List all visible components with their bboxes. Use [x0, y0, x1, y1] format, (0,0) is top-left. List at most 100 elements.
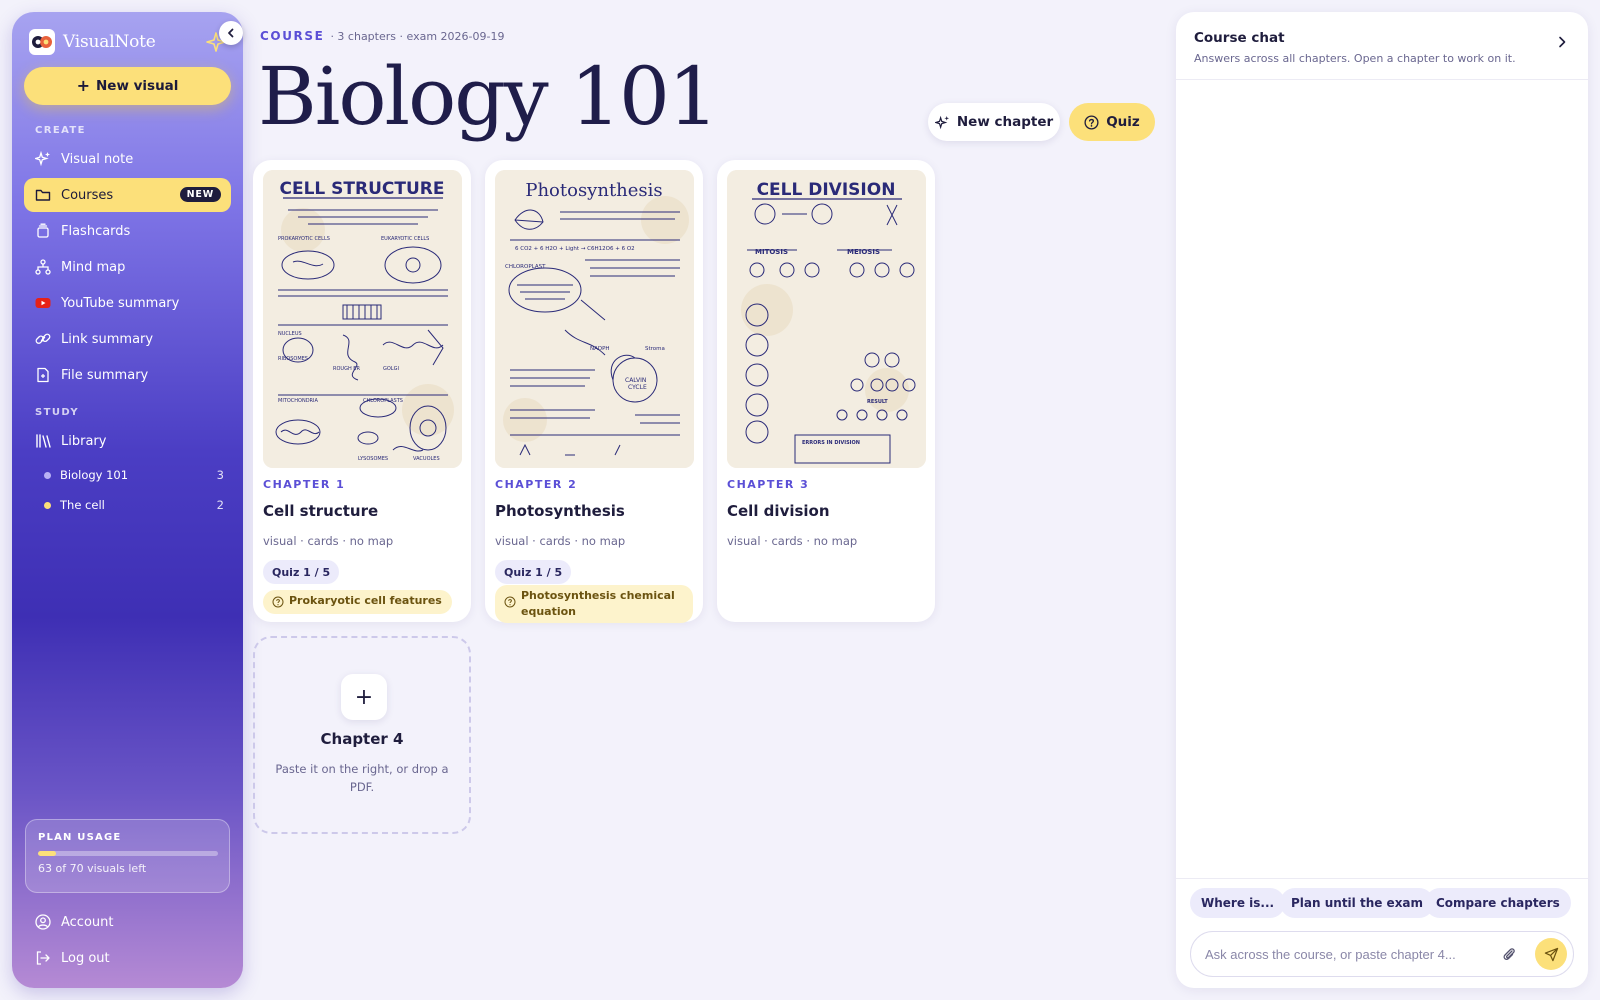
- send-button[interactable]: [1535, 938, 1567, 970]
- new-visual-label: New visual: [95, 78, 179, 94]
- chapter-card-2[interactable]: Photosynthesis 6 CO2 + 6 H2O + Light → C…: [485, 160, 703, 623]
- chapter-meta: visual · cards · no map: [727, 534, 858, 548]
- plan-usage-bar: [38, 851, 218, 856]
- chevron-right-icon[interactable]: [1554, 34, 1570, 50]
- nav-library[interactable]: Library: [24, 424, 231, 458]
- svg-text:CYCLE: CYCLE: [628, 384, 647, 391]
- nav-youtube-summary[interactable]: YouTube summary: [24, 286, 231, 320]
- new-visual-button[interactable]: + New visual: [24, 67, 231, 105]
- nav-label: Library: [61, 433, 107, 449]
- library-item-label: The cell: [60, 498, 105, 512]
- chapter-quiz-pill[interactable]: Quiz 1 / 5: [495, 560, 572, 584]
- chapter-thumbnail[interactable]: Photosynthesis 6 CO2 + 6 H2O + Light → C…: [495, 170, 694, 468]
- folder-icon: [35, 187, 51, 203]
- chat-input-box: [1190, 931, 1574, 977]
- nav-visual-note[interactable]: Visual note: [24, 142, 231, 176]
- svg-text:Stroma: Stroma: [645, 346, 665, 352]
- sidebar: VisualNote + New visual CREATE Visual no…: [12, 12, 243, 988]
- chapter-kicker: CHAPTER 1: [263, 478, 346, 491]
- nav-label: File summary: [61, 367, 149, 383]
- quiz-button[interactable]: Quiz: [1069, 103, 1155, 141]
- svg-text:ROUGH ER: ROUGH ER: [333, 366, 360, 372]
- create-section-label: CREATE: [35, 125, 86, 136]
- course-chat-panel: Course chat Answers across all chapters.…: [1176, 12, 1588, 988]
- svg-text:PROKARYOTIC CELLS: PROKARYOTIC CELLS: [278, 236, 330, 242]
- add-chapter-plus-icon[interactable]: +: [341, 674, 387, 720]
- svg-text:LYSOSOMES: LYSOSOMES: [358, 456, 388, 462]
- svg-text:EUKARYOTIC CELLS: EUKARYOTIC CELLS: [381, 236, 429, 242]
- library-item-the-cell[interactable]: The cell 2: [44, 493, 224, 517]
- chat-title: Course chat: [1194, 30, 1285, 46]
- nav-link-summary[interactable]: Link summary: [24, 322, 231, 356]
- suggestion-chip-compare[interactable]: Compare chapters: [1425, 888, 1571, 918]
- chapter-thumbnail[interactable]: CELL DIVISION MITOSIS MEIOSIS ERRORS IN …: [727, 170, 926, 468]
- nav-label: YouTube summary: [61, 295, 180, 311]
- library-icon: [35, 433, 51, 449]
- question-icon: [504, 596, 516, 608]
- svg-text:CHLOROPLASTS: CHLOROPLASTS: [363, 398, 403, 404]
- nav-courses[interactable]: Courses NEW: [24, 178, 231, 212]
- brand[interactable]: VisualNote: [29, 28, 156, 56]
- chapter-card-1[interactable]: CELL STRUCTURE PROKARYOTIC CELLS EUKARYO…: [253, 160, 471, 622]
- library-item-label: Biology 101: [60, 468, 129, 482]
- nav-mind-map[interactable]: Mind map: [24, 250, 231, 284]
- study-section-label: STUDY: [35, 407, 79, 418]
- chapter-topic-pill[interactable]: Photosynthesis chemical equation: [495, 585, 693, 623]
- svg-text:VACUOLES: VACUOLES: [413, 456, 440, 462]
- new-chapter-label: New chapter: [956, 114, 1054, 130]
- add-chapter-card[interactable]: + Chapter 4 Paste it on the right, or dr…: [253, 636, 471, 834]
- new-chapter-button[interactable]: New chapter: [928, 103, 1060, 141]
- stack-icon: [35, 223, 51, 239]
- chapter-topic-label: Prokaryotic cell features: [289, 594, 442, 607]
- course-meta-text: · 3 chapters · exam 2026-09-19: [330, 29, 505, 43]
- chapter-kicker: CHAPTER 2: [495, 478, 578, 491]
- chapter-topic-pill[interactable]: Prokaryotic cell features: [263, 590, 452, 614]
- nav-file-summary[interactable]: File summary: [24, 358, 231, 392]
- chat-input[interactable]: [1205, 932, 1495, 976]
- chapter-meta: visual · cards · no map: [495, 534, 626, 548]
- chapter-card-3[interactable]: CELL DIVISION MITOSIS MEIOSIS ERRORS IN …: [717, 160, 935, 622]
- paperclip-icon[interactable]: [1501, 946, 1517, 962]
- logout-icon: [35, 950, 51, 966]
- nav-logout[interactable]: Log out: [24, 941, 231, 975]
- plan-usage-title: PLAN USAGE: [38, 832, 122, 843]
- course-dot: [44, 471, 51, 479]
- send-icon: [1544, 947, 1558, 961]
- suggestion-chip-where-is[interactable]: Where is...: [1190, 888, 1286, 918]
- collapse-sidebar-button[interactable]: [219, 21, 243, 45]
- chapter-thumbnail[interactable]: CELL STRUCTURE PROKARYOTIC CELLS EUKARYO…: [263, 170, 462, 468]
- plan-usage-card[interactable]: PLAN USAGE 63 of 70 visuals left: [25, 819, 230, 893]
- nav-label: Link summary: [61, 331, 154, 347]
- thumb-heading: CELL DIVISION: [757, 180, 896, 200]
- course-meta: COURSE · 3 chapters · exam 2026-09-19: [260, 29, 504, 43]
- svg-text:MITOSIS: MITOSIS: [755, 248, 788, 256]
- account-icon: [35, 914, 51, 930]
- page-title: Biology 101: [258, 50, 719, 143]
- nav-account[interactable]: Account: [24, 905, 231, 939]
- plan-usage-text: 63 of 70 visuals left: [38, 862, 147, 875]
- svg-text:RESULT: RESULT: [867, 399, 888, 405]
- nav-label: Mind map: [61, 259, 126, 275]
- nav-label: Log out: [61, 950, 110, 966]
- nav-flashcards[interactable]: Flashcards: [24, 214, 231, 248]
- library-item-count: 3: [216, 468, 224, 482]
- file-icon: [35, 367, 51, 383]
- question-icon: [272, 596, 284, 608]
- brand-name: VisualNote: [63, 32, 156, 52]
- thumb-heading: CELL STRUCTURE: [280, 179, 445, 199]
- svg-text:NUCLEUS: NUCLEUS: [278, 331, 302, 337]
- course-dot: [44, 501, 51, 509]
- plan-usage-fill: [38, 851, 56, 856]
- svg-text:MITOCHONDRIA: MITOCHONDRIA: [278, 398, 319, 404]
- library-item-count: 2: [216, 498, 224, 512]
- svg-text:CHLOROPLAST: CHLOROPLAST: [505, 264, 546, 270]
- chapter-kicker: CHAPTER 3: [727, 478, 810, 491]
- logo-icon: [29, 29, 55, 55]
- sparkles-icon: [934, 115, 949, 129]
- chapter-title: Cell structure: [263, 502, 379, 520]
- library-item-biology-101[interactable]: Biology 101 3: [44, 463, 224, 487]
- question-icon: [1084, 114, 1099, 130]
- chevron-left-icon: [228, 28, 234, 38]
- chapter-quiz-pill[interactable]: Quiz 1 / 5: [263, 560, 340, 584]
- suggestion-chip-plan[interactable]: Plan until the exam: [1280, 888, 1435, 918]
